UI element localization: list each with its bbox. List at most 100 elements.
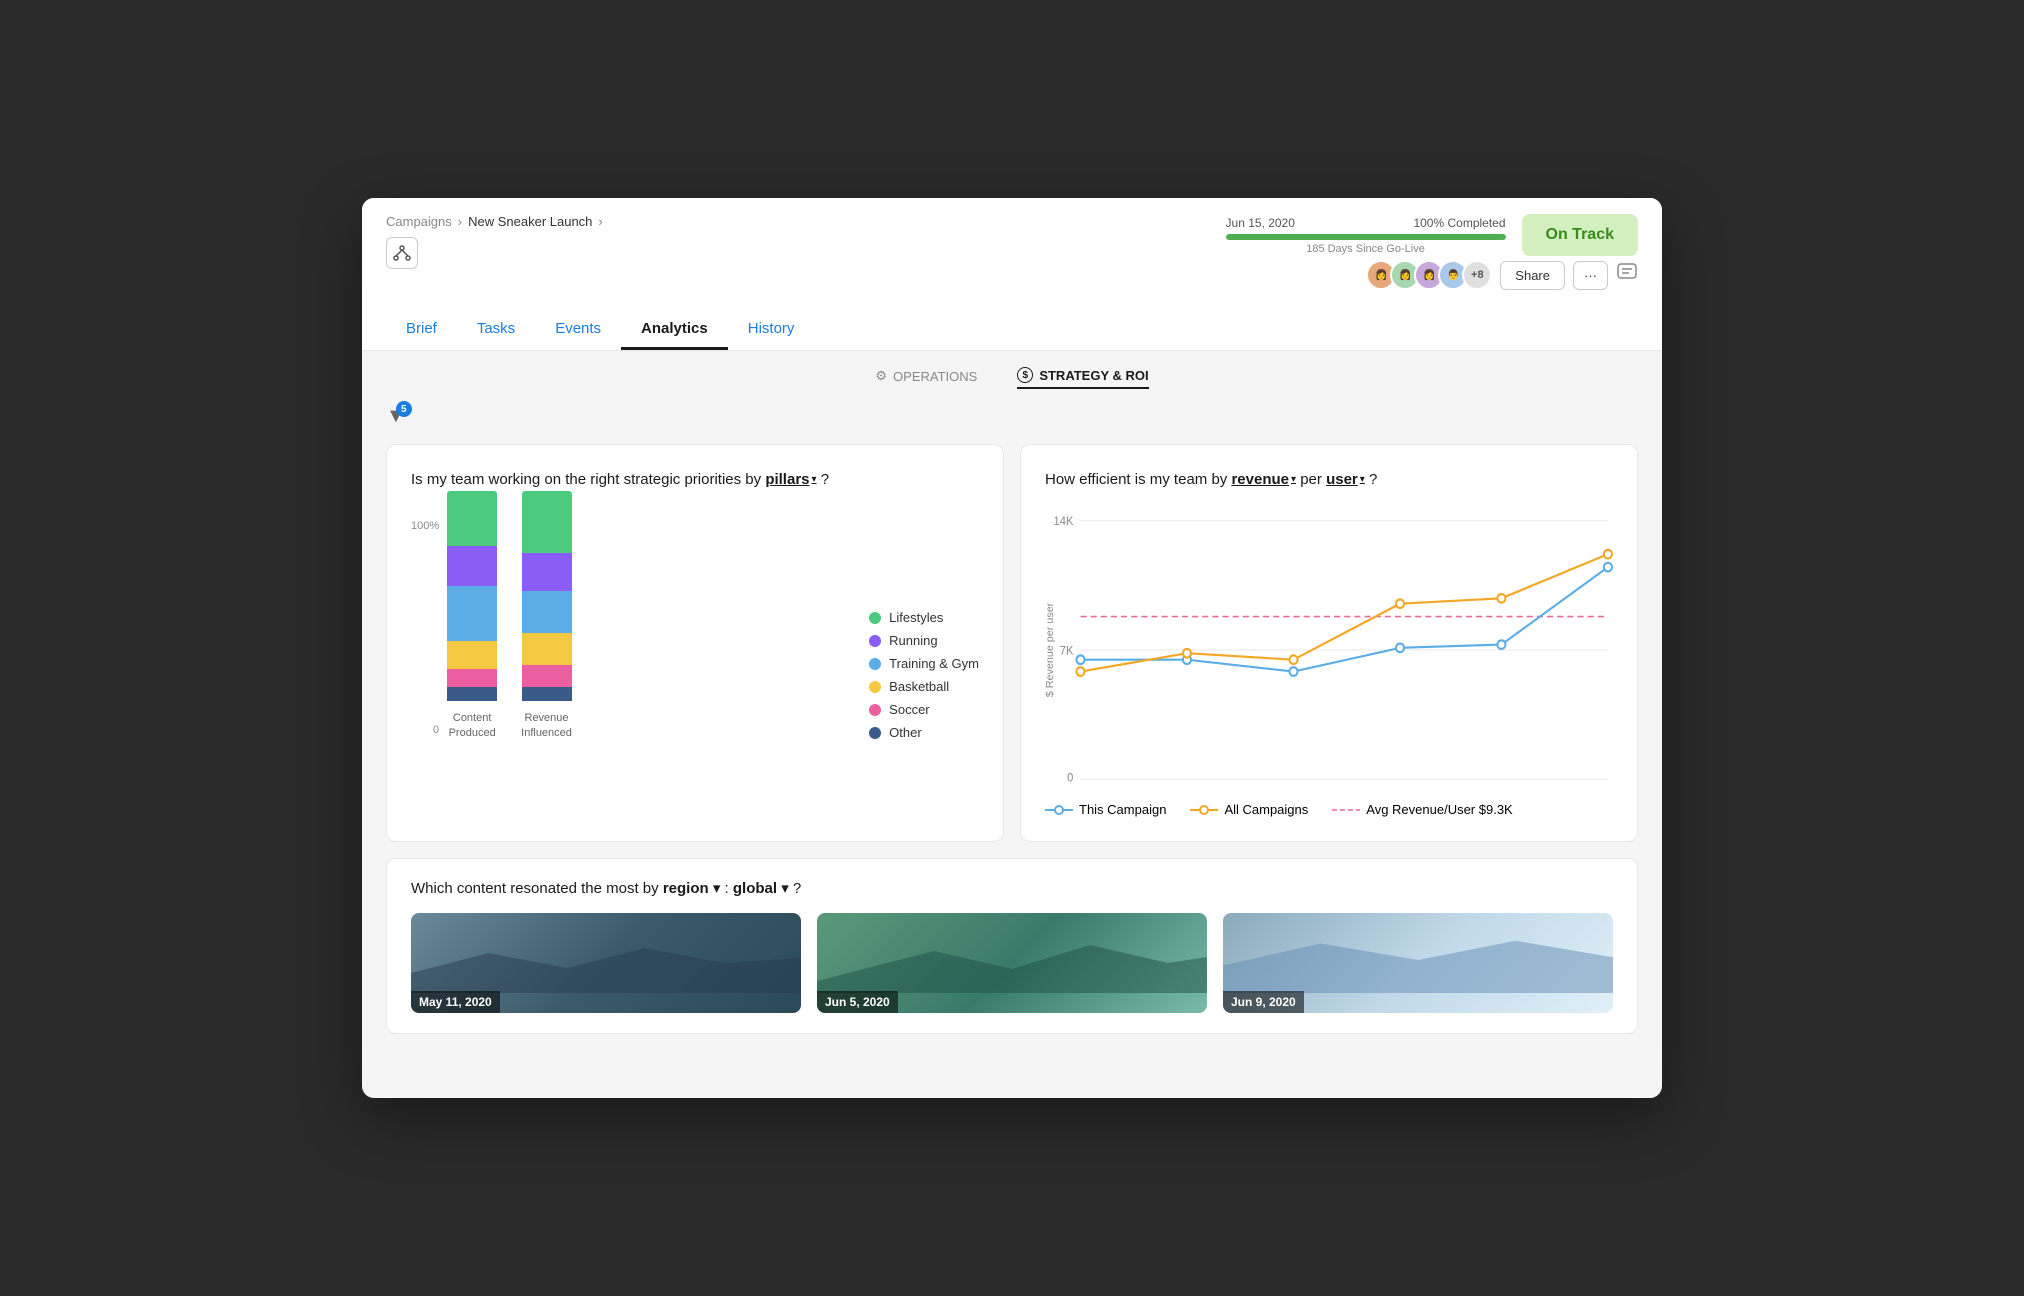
avg-revenue-label: Avg Revenue/User $9.3K [1366, 802, 1512, 817]
legend-this-campaign: This Campaign [1045, 802, 1166, 817]
y-label-0: 0 [433, 724, 439, 736]
line-chart-suffix: ? [1369, 471, 1377, 488]
legend-dot-basketball [869, 681, 881, 693]
content-image-3[interactable]: Jun 9, 2020 [1223, 913, 1613, 1013]
line-chart-card: How efficient is my team by revenue ▾ pe… [1020, 444, 1638, 842]
bar-chart-area: 100% 0 [411, 510, 979, 740]
legend-label-other: Other [889, 725, 922, 740]
tabs: Brief Tasks Events Analytics History [386, 310, 1638, 350]
seg-basketball-1 [447, 641, 497, 669]
main-content: ⚙ OPERATIONS $ STRATEGY & ROI ▼ 5 Is my … [362, 351, 1662, 1050]
seg-soccer-2 [522, 665, 572, 687]
bar-label-2: RevenueInfluenced [521, 711, 572, 740]
bar-y-labels: 100% 0 [411, 520, 439, 740]
legend-label-lifestyles: Lifestyles [889, 610, 943, 625]
content-global-dropdown[interactable]: global ▾ [733, 880, 793, 897]
legend-training: Training & Gym [869, 656, 979, 671]
bar-chart-card: Is my team working on the right strategi… [386, 444, 1004, 842]
org-icon[interactable] [386, 237, 418, 269]
breadcrumb: Campaigns › New Sneaker Launch › [386, 214, 603, 229]
legend-dot-running [869, 635, 881, 647]
avatars: 👩 👩 👩 👨 +8 [1366, 260, 1492, 290]
seg-lifestyles-1 [447, 491, 497, 546]
progress-bar-wrap [1226, 234, 1506, 240]
content-image-2[interactable]: Jun 5, 2020 [817, 913, 1207, 1013]
svg-text:Day 120: Day 120 [1481, 789, 1523, 790]
avg-revenue-line-icon [1332, 804, 1360, 816]
line-chart-dropdown-revenue[interactable]: revenue ▾ [1231, 469, 1296, 490]
seg-running-2 [522, 553, 572, 591]
header-top: Campaigns › New Sneaker Launch › [386, 214, 1638, 298]
progress-dates: Jun 15, 2020 100% Completed [1226, 216, 1506, 230]
breadcrumb-campaign[interactable]: New Sneaker Launch [468, 214, 592, 229]
svg-text:14K: 14K [1054, 516, 1074, 528]
legend-lifestyles: Lifestyles [869, 610, 979, 625]
svg-text:$ Revenue per user: $ Revenue per user [1045, 602, 1056, 697]
legend-running: Running [869, 633, 979, 648]
legend-dot-soccer [869, 704, 881, 716]
header: Campaigns › New Sneaker Launch › [362, 198, 1662, 351]
bar-chart-visual: 100% 0 [411, 510, 829, 740]
svg-text:0: 0 [1067, 772, 1073, 784]
tab-analytics[interactable]: Analytics [621, 310, 728, 350]
user-arrow: ▾ [1360, 473, 1365, 487]
content-suffix: ? [793, 880, 801, 897]
legend-dot-other [869, 727, 881, 739]
operations-icon: ⚙ [875, 368, 887, 384]
line-chart-legend: This Campaign All Campaigns Avg Rev [1045, 802, 1613, 817]
tab-history[interactable]: History [728, 310, 815, 350]
subnav-operations[interactable]: ⚙ OPERATIONS [875, 368, 977, 388]
tab-tasks[interactable]: Tasks [457, 310, 535, 350]
bar-revenue-influenced: RevenueInfluenced [521, 491, 572, 740]
content-image-1[interactable]: May 11, 2020 [411, 913, 801, 1013]
progress-section: Jun 15, 2020 100% Completed 185 Days Sin… [1226, 214, 1638, 256]
stacked-bar-2 [522, 491, 572, 701]
content-region-dropdown[interactable]: region ▾ [663, 880, 725, 897]
seg-other-2 [522, 687, 572, 701]
header-actions: 👩 👩 👩 👨 +8 Share ··· [1366, 260, 1638, 290]
progress-start-date: Jun 15, 2020 [1226, 216, 1295, 230]
breadcrumb-campaigns[interactable]: Campaigns [386, 214, 452, 229]
on-track-button[interactable]: On Track [1522, 214, 1638, 256]
svg-text:Day 1: Day 1 [1066, 789, 1095, 790]
bar-label-1: ContentProduced [449, 711, 496, 740]
line-chart-dropdown-user[interactable]: user ▾ [1326, 469, 1365, 490]
tab-events[interactable]: Events [535, 310, 621, 350]
content-section: Which content resonated the most by regi… [386, 858, 1638, 1034]
global-arrow: ▾ [781, 880, 789, 897]
bar-chart-dropdown-pillars[interactable]: pillars ▾ [765, 469, 816, 490]
comment-button[interactable] [1616, 262, 1638, 289]
line-chart-area: 14K 7K 0 $ Revenue per user [1045, 510, 1613, 790]
breadcrumb-sep2: › [598, 214, 602, 229]
line-chart-svg: 14K 7K 0 $ Revenue per user [1045, 510, 1613, 790]
filter-bar: ▼ 5 [386, 405, 1638, 428]
share-button[interactable]: Share [1500, 261, 1565, 290]
tab-brief[interactable]: Brief [386, 310, 457, 350]
bar-content-produced: ContentProduced [447, 491, 497, 740]
progress-days: 185 Days Since Go-Live [1226, 243, 1506, 255]
svg-text:Day 60: Day 60 [1276, 789, 1311, 790]
pillars-arrow: ▾ [812, 473, 817, 487]
seg-basketball-2 [522, 633, 572, 665]
svg-text:Day 150: Day 150 [1587, 789, 1613, 790]
line-per: per [1300, 471, 1326, 488]
avatar-count[interactable]: +8 [1462, 260, 1492, 290]
region-label: region [663, 880, 709, 897]
legend-label-training: Training & Gym [889, 656, 979, 671]
svg-text:7K: 7K [1060, 645, 1074, 657]
user-label: user [1326, 469, 1358, 490]
filter-button[interactable]: ▼ 5 [386, 405, 406, 428]
more-button[interactable]: ··· [1573, 261, 1608, 290]
content-separator: : [725, 880, 733, 897]
svg-text:Day 90: Day 90 [1382, 789, 1417, 790]
legend-soccer: Soccer [869, 702, 979, 717]
seg-training-2 [522, 591, 572, 633]
revenue-label: revenue [1231, 469, 1289, 490]
line-chart-title: How efficient is my team by revenue ▾ pe… [1045, 469, 1613, 490]
content-image-1-date: May 11, 2020 [411, 991, 500, 1013]
line-chart-prefix: How efficient is my team by [1045, 471, 1227, 488]
subnav-strategy[interactable]: $ STRATEGY & ROI [1017, 367, 1148, 389]
revenue-arrow: ▾ [1291, 473, 1296, 487]
legend-all-campaigns: All Campaigns [1190, 802, 1308, 817]
progress-bar-fill [1226, 234, 1506, 240]
